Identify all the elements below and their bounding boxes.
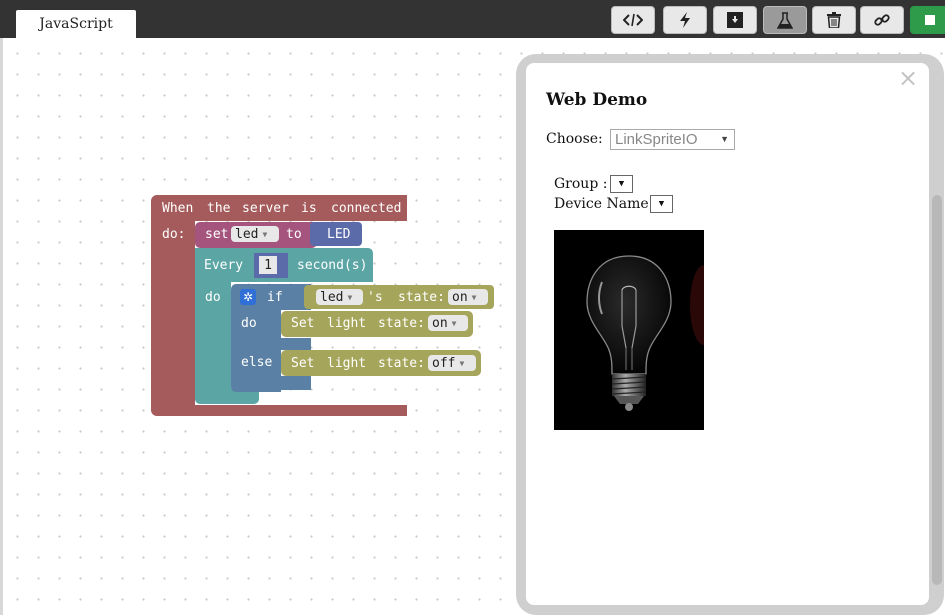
set-off-label: Set	[291, 356, 315, 371]
delete-button[interactable]	[812, 6, 856, 34]
chevron-down-icon: ▼	[720, 134, 729, 144]
set-on-label: Set	[291, 316, 315, 331]
test-button[interactable]	[763, 6, 807, 34]
chevron-down-icon: ▼	[618, 179, 625, 189]
code-icon	[623, 13, 643, 27]
interval-value[interactable]: 1	[259, 256, 277, 274]
event-word-is: is	[301, 201, 317, 216]
loop-do-label: do	[205, 290, 221, 305]
stop-icon	[925, 15, 935, 25]
group-label: Group :	[554, 176, 608, 192]
gear-icon[interactable]: ✲	[240, 289, 256, 305]
chevron-down-icon: ▼	[471, 292, 477, 302]
device-dropdown[interactable]: led ▼	[316, 289, 363, 305]
code-button[interactable]	[611, 6, 655, 34]
platform-select-value: LinkSpriteIO	[615, 131, 698, 148]
download-button[interactable]	[713, 6, 757, 34]
if-do-label: do	[241, 316, 257, 331]
set-off-target: light	[327, 356, 367, 371]
link-button[interactable]	[860, 6, 904, 34]
event-word-server: server	[242, 201, 289, 216]
to-label: to	[286, 227, 302, 242]
chevron-down-icon: ▼	[658, 199, 665, 209]
condition-state-value: on	[452, 289, 468, 305]
device-name: led	[320, 289, 344, 305]
panel-scrollbar[interactable]	[932, 195, 942, 585]
set-on-state-value: on	[432, 315, 448, 331]
chevron-down-icon: ▼	[347, 292, 353, 302]
device-name-label: Device Name:	[554, 196, 654, 212]
flask-icon	[777, 11, 793, 29]
link-icon	[874, 14, 890, 26]
chevron-down-icon: ▼	[262, 229, 268, 239]
panel-title: Web Demo	[546, 90, 648, 110]
trash-icon	[827, 12, 841, 28]
if-else-bottom	[231, 376, 311, 390]
group-select[interactable]: ▼	[610, 175, 633, 193]
set-off-state-dropdown[interactable]: off ▼	[428, 355, 476, 371]
event-do-label: do:	[162, 227, 186, 242]
chevron-down-icon: ▼	[451, 318, 457, 328]
variable-dropdown[interactable]: led ▼	[231, 226, 279, 242]
set-off-state-value: off	[432, 355, 456, 371]
possessive-label: 's	[367, 290, 383, 305]
light-bulb-image	[554, 230, 704, 430]
interval-number-block[interactable]: 1	[254, 253, 288, 278]
condition-state-dropdown[interactable]: on ▼	[448, 289, 488, 305]
stop-button[interactable]	[910, 6, 945, 34]
else-label: else	[241, 355, 273, 370]
set-off-state-label: state:	[378, 356, 425, 371]
lightning-icon	[680, 12, 690, 28]
platform-select[interactable]: LinkSpriteIO ▼	[610, 129, 735, 150]
event-block-bottom	[151, 405, 407, 416]
choose-label: Choose:	[546, 131, 603, 147]
set-label: set	[205, 227, 229, 242]
event-word-connected: connected	[331, 201, 402, 216]
condition-state-label: state:	[398, 290, 445, 305]
run-button[interactable]	[663, 6, 707, 34]
if-label: if	[267, 290, 283, 305]
if-else-divider	[231, 338, 311, 350]
workspace-scrollbar[interactable]	[0, 38, 3, 615]
chevron-down-icon: ▼	[459, 358, 465, 368]
variable-name: led	[235, 226, 259, 242]
every-label: Every	[204, 258, 244, 273]
event-word-the: the	[207, 201, 231, 216]
set-on-state-dropdown[interactable]: on ▼	[428, 315, 468, 331]
tab-javascript[interactable]: JavaScript	[16, 10, 136, 38]
led-value: LED	[327, 227, 351, 242]
set-on-target: light	[327, 316, 367, 331]
event-block-side	[151, 221, 195, 415]
device-name-select[interactable]: ▼	[650, 195, 673, 213]
event-word-when: When	[162, 201, 194, 216]
seconds-label: second(s)	[297, 258, 368, 273]
download-box-icon	[727, 12, 743, 28]
set-on-state-label: state:	[378, 316, 425, 331]
close-icon[interactable]: ×	[898, 66, 918, 90]
